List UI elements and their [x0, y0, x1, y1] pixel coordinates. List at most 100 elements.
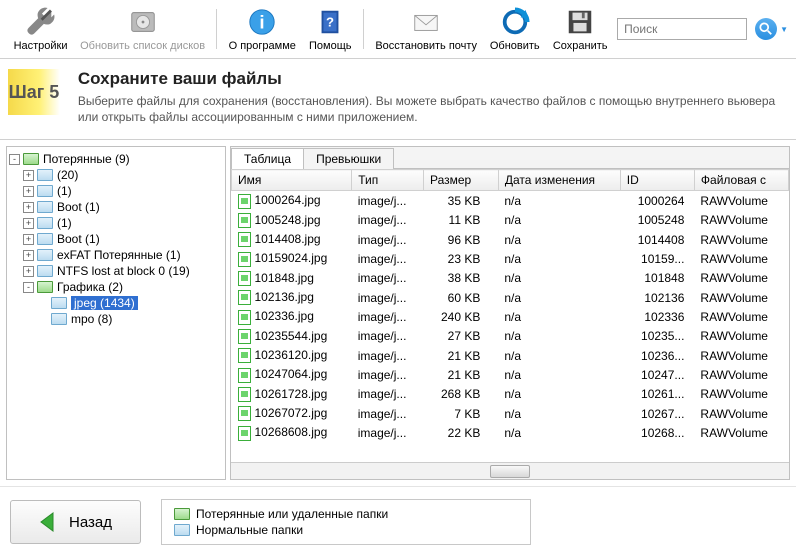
folder-blue-icon	[174, 524, 190, 536]
file-grid[interactable]: ИмяТипРазмерДата измененияIDФайловая с 1…	[231, 169, 789, 462]
search-button[interactable]	[755, 18, 777, 40]
tree-node[interactable]: + exFAT Потерянные (1)	[23, 247, 223, 263]
tree-node[interactable]: jpeg (1434)	[37, 295, 223, 311]
folder-blue-icon	[37, 200, 53, 214]
footer: Назад Потерянные или удаленные папки Нор…	[0, 486, 796, 557]
file-icon	[238, 426, 251, 441]
main-area: -Потерянные (9)+(20)+(1)+Boot (1)+(1)+Bo…	[0, 140, 796, 486]
refresh-button[interactable]: Обновить	[484, 4, 545, 54]
table-row[interactable]: 10267072.jpgimage/j...7 KBn/a10267...RAW…	[232, 404, 789, 423]
expand-toggle[interactable]: +	[23, 250, 34, 261]
expand-toggle[interactable]: -	[23, 282, 34, 293]
folder-green-icon	[174, 508, 190, 520]
expand-toggle[interactable]: +	[23, 218, 34, 229]
svg-text:?: ?	[326, 15, 334, 30]
disk-icon	[127, 6, 159, 38]
envelope-icon	[410, 6, 442, 38]
folder-green-icon	[23, 152, 39, 166]
horizontal-scrollbar[interactable]	[231, 462, 789, 479]
column-header[interactable]: Файловая с	[694, 170, 788, 191]
table-row[interactable]: 10236120.jpgimage/j...21 KBn/a10236...RA…	[232, 346, 789, 365]
file-icon	[238, 290, 251, 305]
expand-toggle[interactable]: +	[23, 202, 34, 213]
legend-lost-label: Потерянные или удаленные папки	[196, 507, 388, 521]
table-row[interactable]: 102136.jpgimage/j...60 KBn/a102136RAWVol…	[232, 288, 789, 307]
table-row[interactable]: 10159024.jpgimage/j...23 KBn/a10159...RA…	[232, 249, 789, 268]
folder-tree[interactable]: -Потерянные (9)+(20)+(1)+Boot (1)+(1)+Bo…	[6, 146, 226, 480]
column-header[interactable]: Имя	[232, 170, 352, 191]
table-row[interactable]: 1014408.jpgimage/j...96 KBn/a1014408RAWV…	[232, 230, 789, 249]
file-icon	[238, 232, 251, 247]
back-button[interactable]: Назад	[10, 500, 141, 544]
folder-blue-icon	[51, 312, 67, 326]
file-icon	[238, 406, 251, 421]
tree-label: exFAT Потерянные (1)	[57, 248, 181, 262]
table-row[interactable]: 1000264.jpgimage/j...35 KBn/a1000264RAWV…	[232, 191, 789, 211]
folder-blue-icon	[37, 216, 53, 230]
expand-toggle[interactable]: -	[9, 154, 20, 165]
settings-button[interactable]: Настройки	[8, 4, 73, 54]
expand-toggle[interactable]: +	[23, 186, 34, 197]
book-icon: ?	[314, 6, 346, 38]
column-header[interactable]: ID	[620, 170, 694, 191]
expand-toggle[interactable]: +	[23, 170, 34, 181]
search-icon	[759, 22, 773, 36]
table-row[interactable]: 10268608.jpgimage/j...22 KBn/a10268...RA…	[232, 423, 789, 442]
table-row[interactable]: 10247064.jpgimage/j...21 KBn/a10247...RA…	[232, 365, 789, 384]
file-icon	[238, 368, 251, 383]
file-icon	[238, 329, 251, 344]
step-header: Шаг 5 Сохраните ваши файлы Выберите файл…	[0, 59, 796, 140]
folder-blue-icon	[37, 184, 53, 198]
file-icon	[238, 252, 251, 267]
refresh-disks-button[interactable]: Обновить список дисков	[75, 4, 210, 54]
file-icon	[238, 310, 251, 325]
file-icon	[238, 387, 251, 402]
floppy-icon	[564, 6, 596, 38]
expand-toggle[interactable]: +	[23, 266, 34, 277]
file-list-panel: Таблица Превьюшки ИмяТипРазмерДата измен…	[230, 146, 790, 480]
file-icon	[238, 213, 251, 228]
folder-blue-icon	[37, 232, 53, 246]
tree-node[interactable]: - Потерянные (9)	[9, 151, 223, 167]
arrow-left-icon	[39, 511, 59, 533]
tree-node[interactable]: -Графика (2)	[23, 279, 223, 295]
column-header[interactable]: Дата изменения	[498, 170, 620, 191]
separator	[216, 9, 217, 49]
column-header[interactable]: Размер	[423, 170, 498, 191]
file-icon	[238, 348, 251, 363]
table-row[interactable]: 1005248.jpgimage/j...11 KBn/a1005248RAWV…	[232, 211, 789, 230]
toolbar: Настройки Обновить список дисков i О про…	[0, 0, 796, 59]
tree-label: (1)	[57, 184, 72, 198]
recover-mail-button[interactable]: Восстановить почту	[370, 4, 482, 54]
table-row[interactable]: 101848.jpgimage/j...38 KBn/a101848RAWVol…	[232, 269, 789, 288]
search-input[interactable]	[617, 18, 747, 40]
tree-label: mpo (8)	[71, 312, 112, 326]
table-row[interactable]: 10235544.jpgimage/j...27 KBn/a10235...RA…	[232, 327, 789, 346]
search-dropdown-icon[interactable]: ▼	[780, 25, 788, 34]
about-button[interactable]: i О программе	[223, 4, 301, 54]
tree-node[interactable]: +(20)	[23, 167, 223, 183]
tree-node[interactable]: +NTFS lost at block 0 (19)	[23, 263, 223, 279]
tab-table[interactable]: Таблица	[231, 148, 304, 169]
tree-node[interactable]: +(1)	[23, 215, 223, 231]
wrench-icon	[25, 6, 57, 38]
folder-green-icon	[37, 280, 53, 294]
table-row[interactable]: 10261728.jpgimage/j...268 KBn/a10261...R…	[232, 385, 789, 404]
folder-blue-icon	[37, 264, 53, 278]
legend: Потерянные или удаленные папки Нормальны…	[161, 499, 531, 545]
tree-node[interactable]: mpo (8)	[37, 311, 223, 327]
tree-label: Потерянные (9)	[43, 152, 130, 166]
tab-thumbnails[interactable]: Превьюшки	[303, 148, 394, 169]
column-header[interactable]: Тип	[352, 170, 424, 191]
tabs: Таблица Превьюшки	[231, 147, 789, 169]
expand-toggle[interactable]: +	[23, 234, 34, 245]
help-button[interactable]: ? Помощь	[303, 4, 357, 54]
table-row[interactable]: 102336.jpgimage/j...240 KBn/a102336RAWVo…	[232, 307, 789, 326]
tree-node[interactable]: + (1)	[23, 183, 223, 199]
tree-node[interactable]: +Boot (1)	[23, 199, 223, 215]
save-button[interactable]: Сохранить	[547, 4, 613, 54]
tree-node[interactable]: + Boot (1)	[23, 231, 223, 247]
step-subtitle: Выберите файлы для сохранения (восстанов…	[78, 93, 788, 125]
step-title: Сохраните ваши файлы	[78, 69, 788, 89]
tree-label: Boot (1)	[57, 232, 100, 246]
